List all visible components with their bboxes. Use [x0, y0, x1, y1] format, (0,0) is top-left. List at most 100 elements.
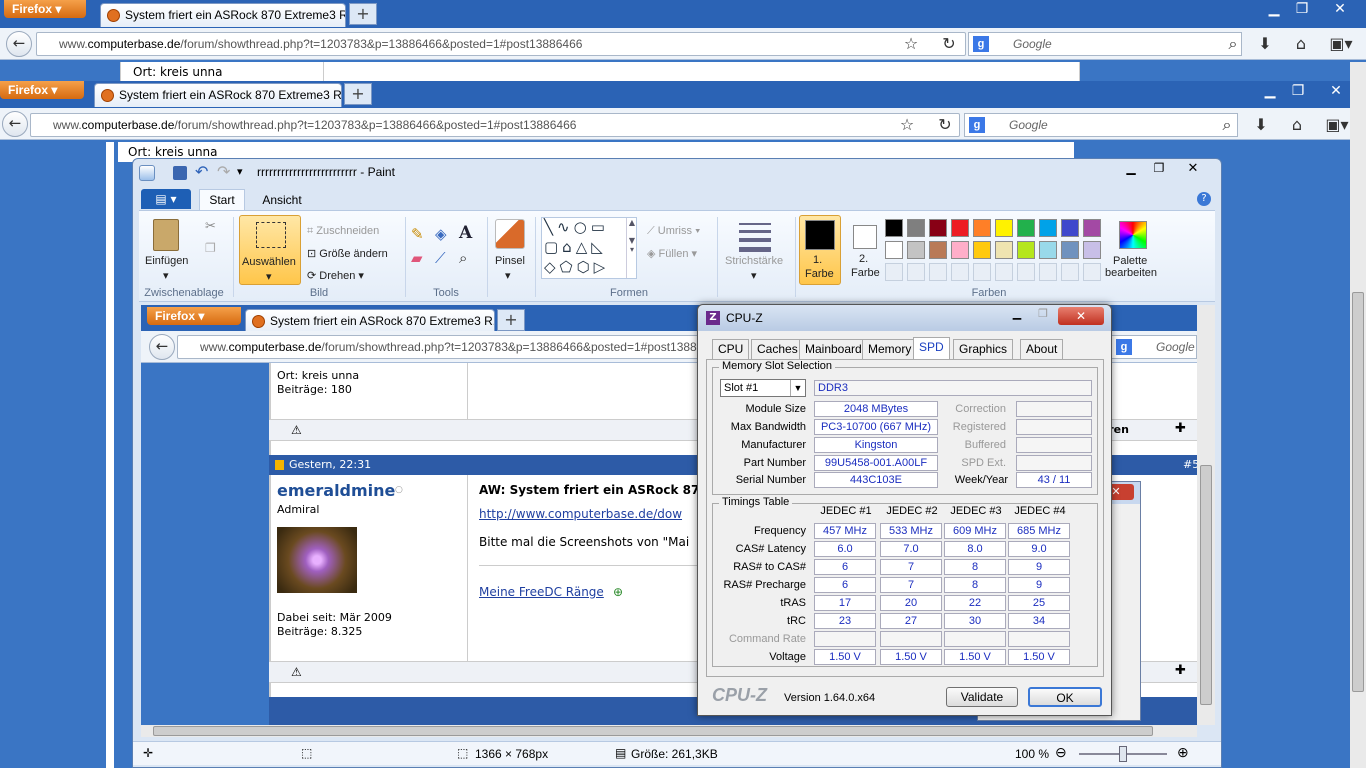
outer-scrollbar[interactable] [1350, 62, 1366, 768]
paste-button[interactable]: Einfügen [145, 255, 188, 267]
url-bar-2[interactable]: www.computerbase.de/forum/showthread.php… [30, 113, 960, 137]
cpuz-close-icon[interactable]: ✕ [1058, 307, 1104, 325]
paint-minimize-icon[interactable]: ▁ [1117, 161, 1145, 179]
tab-cpu[interactable]: CPU [712, 339, 750, 359]
cpuz-maximize-icon[interactable]: ❐ [1030, 307, 1056, 323]
maximize-icon[interactable]: ❐ [1284, 82, 1312, 100]
reply-icon[interactable]: ✚ [1175, 663, 1186, 678]
palette-swatch[interactable] [1039, 241, 1057, 259]
tab-ansicht[interactable]: Ansicht [255, 189, 309, 211]
copy-icon[interactable]: ❐ [205, 241, 216, 255]
canvas-hscroll[interactable] [141, 725, 1197, 737]
palette-swatch[interactable] [929, 263, 947, 281]
search-icon[interactable]: ⌕ [1216, 114, 1238, 136]
warning-icon[interactable]: ⚠ [291, 665, 302, 679]
shape-row-3-icon[interactable]: ◇⬠⬡▷ [544, 258, 609, 276]
palette-swatch[interactable] [929, 219, 947, 237]
paint-app-icon[interactable] [139, 165, 155, 181]
redo-icon[interactable]: ↷ [217, 162, 230, 181]
palette-swatch[interactable] [951, 219, 969, 237]
color-picker-icon[interactable]: ⟋ [435, 249, 446, 267]
slot-select[interactable]: Slot #1 ▼ [720, 379, 806, 397]
reload-icon[interactable]: ↻ [934, 114, 956, 136]
resize-button[interactable]: ⊡ Größe ändern [307, 247, 388, 260]
paint-close-icon[interactable]: ✕ [1175, 161, 1211, 179]
back-icon[interactable]: ← [2, 111, 28, 137]
bookmark-star-icon[interactable]: ☆ [900, 33, 922, 55]
tab-about[interactable]: About [1020, 339, 1064, 359]
palette-swatch[interactable] [1083, 241, 1101, 259]
avatar[interactable] [277, 527, 357, 593]
download-icon[interactable]: ⬇ [1250, 114, 1272, 136]
tab-caches[interactable]: Caches [751, 339, 804, 359]
firefox-menu-button[interactable]: Firefox ▾ [4, 0, 86, 18]
eraser-icon[interactable]: ▰ [411, 249, 423, 267]
quick-access-dropdown-icon[interactable]: ▾ [237, 165, 243, 178]
zoom-in-icon[interactable]: ⊕ [1177, 744, 1189, 761]
new-tab-button-2[interactable]: + [344, 83, 372, 105]
shapes-scroll[interactable]: ▲ ▼ ▾ [626, 218, 637, 278]
brush-button[interactable]: Pinsel [495, 255, 525, 267]
palette-swatch[interactable] [1017, 219, 1035, 237]
post-link[interactable]: http://www.computerbase.de/dow [479, 507, 682, 521]
palette-swatch[interactable] [1061, 241, 1079, 259]
palette-swatch[interactable] [951, 263, 969, 281]
search-input-3[interactable]: g Google [1111, 335, 1197, 359]
palette-swatch[interactable] [1017, 241, 1035, 259]
maximize-icon[interactable]: ❐ [1288, 0, 1316, 18]
palette-swatch[interactable] [885, 241, 903, 259]
text-tool-icon[interactable]: A [459, 223, 472, 243]
tab-mainboard[interactable]: Mainboard [799, 339, 868, 359]
shape-row-2-icon[interactable]: ▢⌂△◺ [544, 238, 607, 256]
cpuz-minimize-icon[interactable]: ▁ [1004, 307, 1030, 323]
reload-icon[interactable]: ↻ [938, 33, 960, 55]
reply-icon[interactable]: ✚ [1175, 421, 1186, 436]
browser-tab-2[interactable]: System friert ein ASRock 870 Extreme3 R.… [94, 83, 342, 107]
crop-button[interactable]: ⌗ Zuschneiden [307, 225, 379, 238]
palette-swatch[interactable] [1039, 263, 1057, 281]
bookmarks-icon[interactable]: ▣▾ [1326, 33, 1356, 55]
download-icon[interactable]: ⬇ [1254, 33, 1276, 55]
color1-button[interactable]: 1. Farbe [799, 215, 841, 285]
home-icon[interactable]: ⌂ [1290, 33, 1312, 55]
close-icon[interactable]: ✕ [1322, 82, 1350, 100]
validate-button[interactable]: Validate [946, 687, 1018, 707]
paint-maximize-icon[interactable]: ❐ [1145, 161, 1173, 179]
firefox-menu-button-2[interactable]: Firefox ▾ [0, 81, 84, 99]
palette-swatch[interactable] [929, 241, 947, 259]
home-icon[interactable]: ⌂ [1286, 114, 1308, 136]
username-link[interactable]: emeraldmine [277, 481, 395, 500]
search-icon[interactable]: ⌕ [1222, 33, 1244, 55]
magnifier-icon[interactable]: ⌕ [459, 249, 467, 267]
browser-tab-3[interactable]: System friert ein ASRock 870 Extreme3 R.… [245, 309, 495, 333]
tab-graphics[interactable]: Graphics [953, 339, 1014, 359]
close-icon[interactable]: ✕ [1326, 0, 1354, 18]
color-palette[interactable] [885, 219, 1105, 285]
paste-dropdown-icon[interactable]: ▾ [163, 269, 169, 282]
firefox-menu-button-3[interactable]: Firefox ▾ [147, 307, 241, 325]
palette-swatch[interactable] [973, 263, 991, 281]
bookmark-star-icon[interactable]: ☆ [896, 114, 918, 136]
chevron-down-icon[interactable]: ▾ [505, 269, 511, 282]
save-icon[interactable] [173, 166, 187, 180]
outline-button[interactable]: ⟋ Umriss ▾ [647, 225, 700, 238]
palette-swatch[interactable] [907, 219, 925, 237]
tab-start[interactable]: Start [199, 189, 245, 211]
chevron-down-icon[interactable]: ▼ [790, 380, 805, 396]
fill-button[interactable]: ◈ Füllen ▾ [647, 247, 697, 260]
paint-file-menu[interactable]: ▤ ▾ [141, 189, 191, 209]
palette-swatch[interactable] [1039, 219, 1057, 237]
palette-swatch[interactable] [995, 219, 1013, 237]
stroke-button[interactable]: Strichstärke [725, 255, 783, 267]
new-tab-button-3[interactable]: + [497, 309, 525, 331]
palette-swatch[interactable] [995, 263, 1013, 281]
minimize-icon[interactable]: ▁ [1260, 0, 1288, 18]
bookmarks-icon[interactable]: ▣▾ [1322, 114, 1352, 136]
palette-swatch[interactable] [1083, 263, 1101, 281]
paste-icon[interactable] [153, 219, 179, 251]
palette-swatch[interactable] [973, 241, 991, 259]
stroke-icon[interactable] [739, 223, 771, 252]
shape-row-1-icon[interactable]: ╲∿○▭ [544, 218, 609, 236]
minimize-icon[interactable]: ▁ [1256, 82, 1284, 100]
select-button[interactable]: Auswählen ▾ [239, 215, 301, 285]
